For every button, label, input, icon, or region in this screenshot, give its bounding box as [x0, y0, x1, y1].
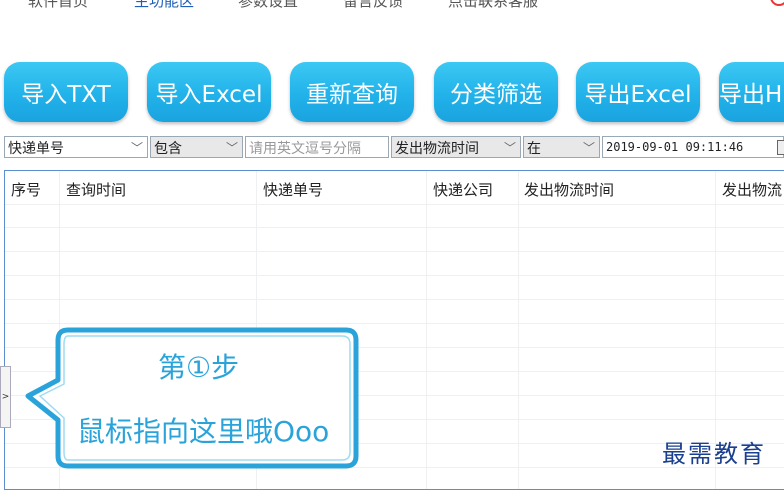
time-field-select-value: 发出物流时间	[395, 141, 479, 157]
keyword-input-placeholder: 请用英文逗号分隔	[249, 141, 361, 157]
category-filter-button[interactable]: 分类筛选	[434, 62, 558, 122]
column-header-ship-info[interactable]: 发出物流	[722, 179, 782, 200]
column-header-query-time[interactable]: 查询时间	[66, 179, 126, 200]
keyword-input[interactable]: 请用英文逗号分隔	[245, 136, 389, 158]
export-html-button[interactable]: 导出H	[719, 62, 784, 122]
tooltip-hint: 鼠标指向这里哦Ooo	[77, 415, 330, 448]
requery-button[interactable]: 重新查询	[290, 62, 414, 122]
tooltip-step: 第①步	[158, 351, 240, 384]
top-menu: 软件首页 主功能区 参数设置 留言反馈 点击联系客服	[0, 0, 784, 14]
export-html-label: 导出H	[719, 82, 783, 108]
datetime-value: 2019-09-01 09:11:46	[606, 140, 744, 154]
operator-select-value: 包含	[154, 141, 182, 157]
chevron-down-icon: ﹀	[130, 141, 143, 155]
side-expand-tab[interactable]: >	[0, 366, 11, 428]
chevron-down-icon: ﹀	[582, 141, 595, 155]
export-excel-button[interactable]: 导出Excel	[576, 62, 700, 122]
column-header-courier[interactable]: 快递公司	[433, 179, 493, 200]
watermark-text: 最需教育	[662, 440, 766, 468]
field-select-value: 快递单号	[8, 141, 64, 157]
row-divider	[5, 275, 784, 276]
menu-settings[interactable]: 参数设置	[238, 0, 298, 11]
datetime-picker[interactable]: 2019-09-01 09:11:46	[602, 136, 784, 158]
calendar-icon[interactable]	[777, 140, 784, 155]
row-divider	[5, 299, 784, 300]
time-field-select[interactable]: 发出物流时间 ﹀	[391, 136, 521, 158]
menu-contact-service[interactable]: 点击联系客服	[448, 0, 538, 11]
menu-home[interactable]: 软件首页	[28, 0, 88, 11]
field-select[interactable]: 快递单号 ﹀	[4, 136, 148, 158]
column-header-ship-time[interactable]: 发出物流时间	[524, 179, 614, 200]
import-txt-button[interactable]: 导入TXT	[4, 62, 128, 122]
row-divider	[5, 251, 784, 252]
operator-select[interactable]: 包含 ﹀	[150, 136, 243, 158]
close-icon[interactable]	[770, 0, 784, 6]
menu-feedback[interactable]: 留言反馈	[343, 0, 403, 11]
column-header-tracking-number[interactable]: 快递单号	[263, 179, 323, 200]
row-divider	[5, 204, 784, 205]
column-header-index[interactable]: 序号	[11, 179, 41, 200]
chevron-down-icon: ﹀	[225, 141, 238, 155]
time-operator-select-value: 在	[527, 141, 541, 157]
row-divider	[5, 227, 784, 228]
time-operator-select[interactable]: 在 ﹀	[523, 136, 600, 158]
menu-main-function[interactable]: 主功能区	[134, 0, 194, 11]
chevron-down-icon: ﹀	[503, 141, 516, 155]
import-excel-button[interactable]: 导入Excel	[147, 62, 271, 122]
